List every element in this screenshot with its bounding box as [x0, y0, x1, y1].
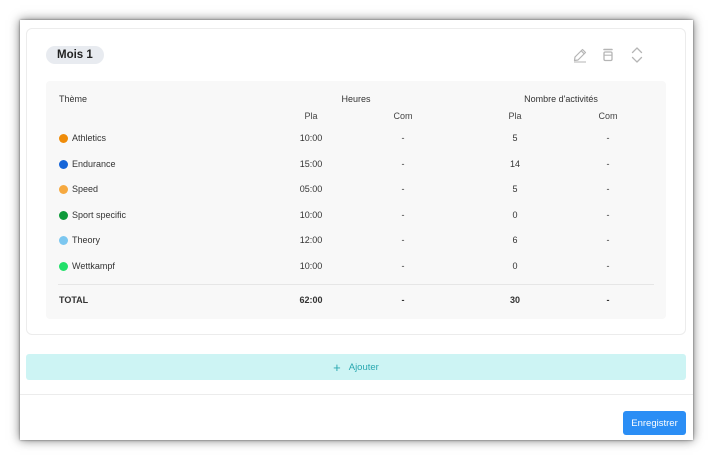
hours-planned-cell: 10:00 — [299, 133, 323, 143]
theme-name: Wettkampf — [72, 260, 115, 271]
period-pill: Mois 1 — [46, 46, 104, 64]
total-hours-completed: - — [401, 295, 405, 305]
activities-planned-cell: 0 — [512, 260, 518, 271]
table-row: Athletics 10:00 - 5 - — [46, 132, 666, 146]
hours-planned-cell: 05:00 — [299, 184, 323, 194]
hours-completed-cell: - — [401, 260, 405, 271]
activities-completed-cell: - — [606, 184, 610, 194]
subheader-activities-completed: Com — [598, 111, 618, 121]
theme-color-dot — [59, 185, 68, 194]
footer-divider — [20, 394, 693, 395]
table-row: Wettkampf 10:00 - 0 - — [46, 260, 666, 274]
theme-color-dot — [59, 159, 68, 169]
plus-icon: + — [333, 359, 341, 375]
edit-button[interactable] — [569, 44, 591, 66]
theme-color-dot — [59, 134, 68, 143]
total-label: TOTAL — [59, 295, 89, 305]
activities-completed-cell: - — [606, 260, 610, 271]
activities-planned-cell: 6 — [512, 235, 518, 245]
total-divider — [58, 284, 654, 285]
activities-planned-cell: 5 — [512, 133, 518, 143]
total-activities-completed: - — [606, 295, 610, 305]
period-card: Mois 1 Thème Heures Nombre d'activités P… — [26, 28, 686, 335]
collapse-button[interactable] — [626, 44, 648, 66]
hours-planned-cell: 15:00 — [299, 158, 323, 169]
add-button[interactable]: + Ajouter — [26, 354, 686, 380]
hours-completed-cell: - — [401, 184, 405, 194]
theme-name: Athletics — [72, 133, 107, 143]
save-button[interactable]: Enregistrer — [623, 411, 686, 435]
app-window: Mois 1 Thème Heures Nombre d'activités P… — [20, 20, 693, 440]
theme-name: Sport specific — [72, 209, 127, 220]
subheader-hours-completed: Com — [393, 111, 413, 121]
header-theme: Thème — [59, 94, 88, 104]
subheader-hours-planned: Pla — [304, 111, 318, 121]
total-row: TOTAL 62:00 - 30 - — [46, 294, 666, 308]
pencil-icon — [573, 48, 587, 63]
delete-button[interactable] — [597, 44, 619, 66]
theme-color-dot — [59, 210, 68, 220]
table-row: Speed 05:00 - 5 - — [46, 183, 666, 197]
hours-completed-cell: - — [401, 209, 405, 220]
theme-name: Endurance — [72, 158, 116, 169]
total-activities-planned: 30 — [509, 295, 520, 305]
header-hours: Heures — [341, 94, 371, 104]
activities-planned-cell: 0 — [512, 209, 518, 220]
hours-completed-cell: - — [401, 158, 405, 169]
card-toolbar — [565, 44, 685, 66]
subheader-activities-planned: Pla — [508, 111, 522, 121]
hours-planned-cell: 12:00 — [299, 235, 323, 245]
header-activities: Nombre d'activités — [524, 94, 598, 104]
activities-completed-cell: - — [606, 133, 610, 143]
table-row: Endurance 15:00 - 14 - — [46, 158, 666, 172]
activities-planned-cell: 14 — [509, 158, 520, 169]
activities-planned-cell: 5 — [512, 184, 518, 194]
theme-name: Theory — [72, 235, 101, 245]
table-row: Theory 12:00 - 6 - — [46, 234, 666, 248]
activities-completed-cell: - — [606, 209, 610, 220]
trash-icon — [603, 48, 613, 62]
hours-planned-cell: 10:00 — [299, 260, 323, 271]
hours-completed-cell: - — [401, 235, 405, 245]
chevron-up-down-icon — [631, 47, 643, 63]
activities-completed-cell: - — [606, 158, 610, 169]
theme-table: Thème Heures Nombre d'activités Pla Com … — [46, 81, 666, 319]
activities-completed-cell: - — [606, 235, 610, 245]
hours-planned-cell: 10:00 — [299, 209, 323, 220]
hours-completed-cell: - — [401, 133, 405, 143]
add-button-label: Ajouter — [348, 361, 379, 373]
total-hours-planned: 62:00 — [299, 295, 323, 305]
theme-color-dot — [59, 261, 68, 271]
theme-color-dot — [59, 236, 68, 245]
theme-name: Speed — [72, 184, 99, 194]
table-row: Sport specific 10:00 - 0 - — [46, 209, 666, 223]
